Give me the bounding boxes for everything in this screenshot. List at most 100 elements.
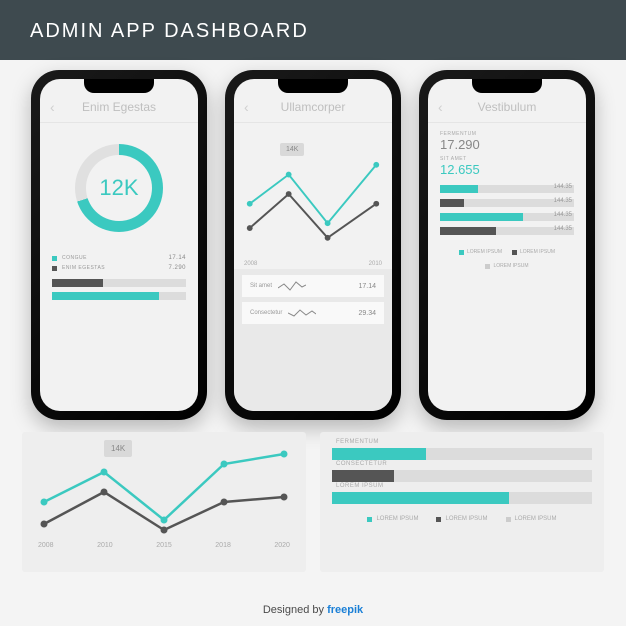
stat-cell: SIT AMET 12.655 bbox=[440, 156, 503, 177]
card-bar-chart: FERMENTUM CONSECTETUR LOREM IPSUM LOREM … bbox=[320, 432, 604, 572]
progress-bar bbox=[52, 292, 186, 300]
app-header-3: ‹ Vestibulum bbox=[428, 79, 586, 123]
hbar-value: 144.35 bbox=[554, 184, 572, 190]
phone-1-screen: ‹ Enim Egestas 12K CONGUE 17.14 ENIM EGE… bbox=[40, 79, 198, 411]
credit-brand[interactable]: freepik bbox=[327, 604, 363, 616]
list-item-value: 29.34 bbox=[358, 310, 376, 317]
swatch-icon bbox=[367, 517, 372, 522]
legend-value: 7.290 bbox=[168, 265, 186, 271]
hbar: CONSECTETUR bbox=[332, 470, 592, 482]
legend-item: LOREM IPSUM bbox=[506, 516, 557, 522]
donut-ring: 12K bbox=[75, 144, 163, 232]
card-line-chart: 14K 2008 2010 2015 2018 2020 bbox=[22, 432, 306, 572]
x-label: 2010 bbox=[97, 542, 113, 549]
chart-tooltip: 14K bbox=[104, 440, 132, 457]
x-label: 2010 bbox=[369, 261, 382, 267]
swatch-icon bbox=[459, 250, 464, 255]
x-axis-labels: 2008 2010 bbox=[234, 259, 392, 269]
back-icon[interactable]: ‹ bbox=[244, 99, 249, 115]
hbar: LOREM IPSUM bbox=[332, 492, 592, 504]
legend-item: CONGUE 17.14 bbox=[40, 253, 198, 263]
hbar: 144.35 bbox=[440, 213, 574, 221]
phone-2-screen: ‹ Ullamcorper 14K 2008 2010 Sit amet bbox=[234, 79, 392, 411]
swatch-icon bbox=[485, 264, 490, 269]
app-header-title: Ullamcorper bbox=[281, 100, 346, 114]
legend-label: ENIM EGESTAS bbox=[62, 265, 105, 271]
list-item-label: Consectetur bbox=[250, 310, 282, 316]
chart-tooltip: 14K bbox=[280, 143, 304, 156]
list-block: Sit amet 17.14 Consectetur 29.34 bbox=[234, 269, 392, 411]
legend: LOREM IPSUM LOREM IPSUM bbox=[428, 245, 586, 259]
back-icon[interactable]: ‹ bbox=[438, 99, 443, 115]
legend-label: LOREM IPSUM bbox=[445, 516, 487, 522]
progress-bar bbox=[52, 279, 186, 287]
sparkline-icon bbox=[278, 280, 306, 292]
legend-item: ENIM EGESTAS 7.290 bbox=[40, 263, 198, 273]
hbar-label: FERMENTUM bbox=[336, 439, 379, 445]
hbar-value: 144.35 bbox=[554, 198, 572, 204]
hbar-value: 144.35 bbox=[554, 212, 572, 218]
app-header-title: Vestibulum bbox=[478, 100, 537, 114]
legend-label: LOREM IPSUM bbox=[515, 516, 557, 522]
hbar: 144.35 bbox=[440, 199, 574, 207]
hbar-label: CONSECTETUR bbox=[336, 461, 387, 467]
list-item-label: Sit amet bbox=[250, 283, 272, 289]
hbar-value: 144.35 bbox=[554, 226, 572, 232]
x-label: 2008 bbox=[38, 542, 54, 549]
legend-item: LOREM IPSUM bbox=[485, 263, 528, 269]
legend-label: LOREM IPSUM bbox=[467, 249, 502, 255]
donut-value: 12K bbox=[99, 175, 138, 201]
app-header-1: ‹ Enim Egestas bbox=[40, 79, 198, 123]
credit-prefix: Designed by bbox=[263, 604, 327, 616]
phones-row: ‹ Enim Egestas 12K CONGUE 17.14 ENIM EGE… bbox=[0, 70, 626, 420]
hbar-group: 144.35 144.35 144.35 144.35 bbox=[428, 181, 586, 245]
app-header-title: Enim Egestas bbox=[82, 100, 156, 114]
bottom-cards: 14K 2008 2010 2015 2018 2020 FERMENTUM C… bbox=[22, 432, 604, 572]
legend: LOREM IPSUM LOREM IPSUM LOREM IPSUM bbox=[332, 514, 592, 522]
page-title: ADMIN APP DASHBOARD bbox=[0, 0, 626, 60]
legend-item: LOREM IPSUM bbox=[367, 516, 418, 522]
hbar-label: LOREM IPSUM bbox=[336, 483, 384, 489]
stat-value: 17.290 bbox=[440, 137, 503, 152]
x-label: 2020 bbox=[274, 542, 290, 549]
hbar-group: FERMENTUM CONSECTETUR LOREM IPSUM bbox=[332, 442, 592, 504]
legend-label: LOREM IPSUM bbox=[493, 263, 528, 269]
phone-1: ‹ Enim Egestas 12K CONGUE 17.14 ENIM EGE… bbox=[31, 70, 207, 420]
sparkline-icon bbox=[288, 307, 316, 319]
credit-line: Designed by freepik bbox=[0, 604, 626, 616]
swatch-icon bbox=[506, 517, 511, 522]
donut-chart: 12K bbox=[40, 123, 198, 253]
hbar: FERMENTUM bbox=[332, 448, 592, 460]
stat-cell: FERMENTUM 17.290 bbox=[440, 131, 503, 152]
swatch-icon bbox=[52, 256, 57, 261]
app-header-2: ‹ Ullamcorper bbox=[234, 79, 392, 123]
back-icon[interactable]: ‹ bbox=[50, 99, 55, 115]
legend-block: CONGUE 17.14 ENIM EGESTAS 7.290 bbox=[40, 253, 198, 273]
line-chart-mini: 14K bbox=[240, 129, 386, 259]
phone-3: ‹ Vestibulum FERMENTUM 17.290 SIT AMET 1… bbox=[419, 70, 595, 420]
phone-2: ‹ Ullamcorper 14K 2008 2010 Sit amet bbox=[225, 70, 401, 420]
legend-item: LOREM IPSUM bbox=[459, 249, 502, 255]
hbar: 144.35 bbox=[440, 185, 574, 193]
x-axis-labels: 2008 2010 2015 2018 2020 bbox=[34, 538, 294, 549]
stat-grid: FERMENTUM 17.290 SIT AMET 12.655 bbox=[428, 123, 586, 181]
legend-item: LOREM IPSUM bbox=[436, 516, 487, 522]
swatch-icon bbox=[436, 517, 441, 522]
chart-svg bbox=[240, 129, 386, 259]
legend: LOREM IPSUM bbox=[428, 259, 586, 273]
list-item[interactable]: Sit amet 17.14 bbox=[242, 275, 384, 297]
list-item-value: 17.14 bbox=[358, 283, 376, 290]
x-label: 2015 bbox=[156, 542, 172, 549]
list-item[interactable]: Consectetur 29.34 bbox=[242, 302, 384, 324]
swatch-icon bbox=[52, 266, 57, 271]
stat-value: 12.655 bbox=[440, 162, 503, 177]
phone-3-screen: ‹ Vestibulum FERMENTUM 17.290 SIT AMET 1… bbox=[428, 79, 586, 411]
legend-label: CONGUE bbox=[62, 255, 87, 261]
x-label: 2008 bbox=[244, 261, 257, 267]
x-label: 2018 bbox=[215, 542, 231, 549]
swatch-icon bbox=[512, 250, 517, 255]
hbar: 144.35 bbox=[440, 227, 574, 235]
legend-label: LOREM IPSUM bbox=[376, 516, 418, 522]
progress-bars bbox=[40, 273, 198, 315]
legend-label: LOREM IPSUM bbox=[520, 249, 555, 255]
